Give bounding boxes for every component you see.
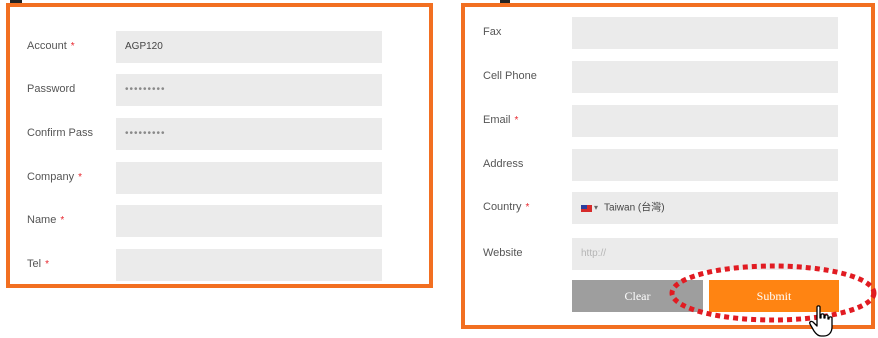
hand-pointer-icon [809,305,833,337]
highlight-ellipse [669,263,877,323]
